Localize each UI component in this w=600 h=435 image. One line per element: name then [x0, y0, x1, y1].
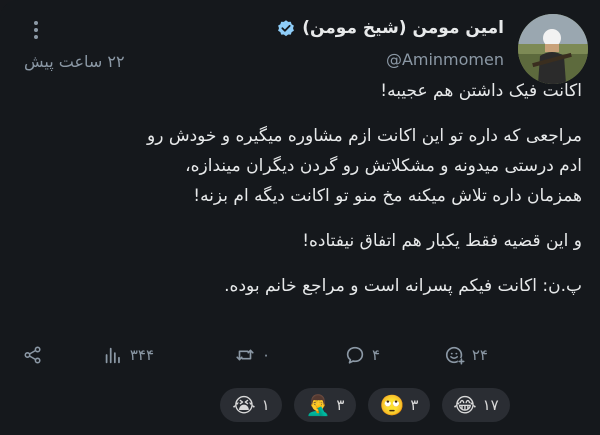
emoji-reaction-count: ۳: [410, 396, 419, 414]
emoji-reactions: 😂 ۱۷ 🙄 ۳ 🤦‍♂️ ۳ 😭 ۱: [0, 388, 600, 424]
views-button[interactable]: ۳۴۴: [102, 344, 154, 366]
emoji-reaction-crying[interactable]: 😭 ۱: [220, 388, 282, 422]
tweet-line: و این قضیه فقط یکبار هم اتفاق نیفتاده!: [302, 231, 582, 251]
retweet-icon: [236, 349, 254, 361]
reply-count: ۴: [371, 346, 380, 364]
tweet-line: ادم درستی میدونه و مشکلاتش رو گردن دیگرا…: [185, 156, 582, 176]
emoji-reaction-count: ۱: [261, 396, 270, 414]
eye-roll-emoji-icon: 🙄: [379, 393, 405, 417]
emoji-reaction-facepalm[interactable]: 🤦‍♂️ ۳: [294, 388, 356, 422]
avatar-image: [518, 14, 588, 84]
retweet-button[interactable]: ۰: [234, 344, 270, 366]
reply-icon: [346, 346, 364, 364]
crying-emoji-icon: 😭: [232, 393, 256, 417]
retweet-count: ۰: [261, 346, 270, 364]
emoji-reaction-count: ۱۷: [482, 396, 499, 414]
tweet-line: پ.ن: اکانت فیکم پسرانه است و مراجع خانم …: [224, 276, 582, 296]
author-name-row: امین مومن (شیخ مومن): [276, 18, 504, 38]
author-handle[interactable]: @Aminmomen: [386, 50, 504, 69]
avatar[interactable]: [518, 14, 588, 84]
tweet-line: مراجعی که داره تو این اکانت ازم مشاوره م…: [147, 126, 582, 146]
more-vertical-icon[interactable]: [28, 18, 44, 42]
tweet-card: امین مومن (شیخ مومن) @Aminmomen ۲۲ ساعت …: [0, 0, 600, 435]
laughing-emoji-icon: 😂: [453, 393, 477, 417]
facepalm-emoji-icon: 🤦‍♂️: [305, 393, 331, 417]
reply-button[interactable]: ۴: [344, 344, 380, 366]
reaction-count: ۲۴: [471, 346, 488, 364]
emoji-reaction-eye-roll[interactable]: 🙄 ۳: [368, 388, 430, 422]
share-button[interactable]: [22, 344, 44, 366]
tweet-text: اکانت فیک داشتن هم عجیبه! مراجعی که داره…: [12, 76, 582, 301]
emoji-reaction-laugh[interactable]: 😂 ۱۷: [442, 388, 510, 422]
add-reaction-button[interactable]: ۲۴: [444, 344, 488, 366]
tweet-line: اکانت فیک داشتن هم عجیبه!: [380, 81, 582, 101]
views-count: ۳۴۴: [129, 346, 154, 364]
verified-badge-icon: [278, 20, 295, 37]
share-icon: [24, 346, 41, 364]
views-icon: [105, 347, 120, 364]
emoji-reaction-count: ۳: [336, 396, 345, 414]
tweet-line: همزمان داره تلاش میکنه مخ منو تو اکانت د…: [193, 186, 582, 206]
add-reaction-icon: [445, 346, 465, 366]
timestamp[interactable]: ۲۲ ساعت پیش: [24, 52, 125, 71]
author-name[interactable]: امین مومن (شیخ مومن): [302, 18, 504, 38]
action-bar: ۲۴ ۴ ۰ ۳۴۴: [0, 340, 600, 372]
